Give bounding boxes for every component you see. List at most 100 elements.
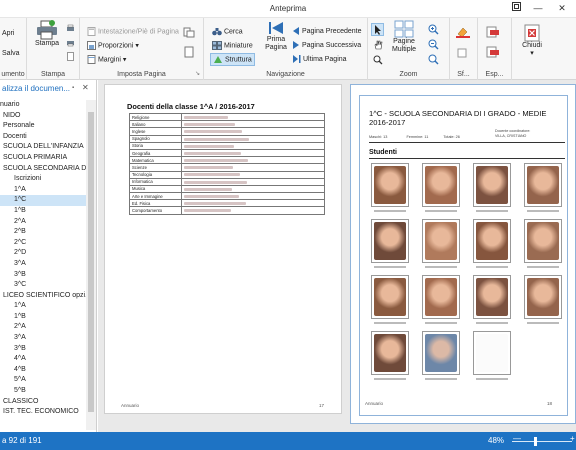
tree-item[interactable]: 4^A (0, 354, 86, 365)
pagina-successiva-button[interactable]: Pagina Successiva (292, 41, 361, 49)
zoom-slider-knob[interactable] (534, 437, 537, 446)
intestazione-button[interactable]: Intestazione/Piè di Pagina (87, 27, 179, 36)
tree-item[interactable]: 1^A (0, 185, 86, 196)
tree-item[interactable]: 3^B (0, 344, 86, 355)
student-photo (422, 275, 460, 324)
subject-cell: Religione (129, 112, 182, 122)
student-photo (524, 163, 562, 212)
group-label-stampa: Stampa (40, 71, 66, 78)
hand-tool-icon[interactable] (373, 40, 383, 50)
tree-item[interactable]: 5^B (0, 386, 86, 397)
pointer-tool-button[interactable] (371, 23, 384, 36)
class-stats: Maschi: 13 Femmine: 11 Totale: 26 (369, 135, 569, 139)
pagina-precedente-button[interactable]: Pagina Precedente (292, 27, 362, 35)
margini-label: Margini (97, 56, 121, 64)
send-email-icon[interactable] (486, 46, 500, 58)
pagine-multiple-button[interactable]: Pagine Multiple (388, 20, 420, 54)
margini-button[interactable]: Margini ▾ (87, 55, 126, 64)
tree-item[interactable]: 5^A (0, 375, 86, 386)
table-row: Religione (129, 112, 325, 122)
group-sfondo: Sf... (450, 18, 478, 80)
tree-item[interactable]: 2^D (0, 248, 86, 259)
pagina-precedente-label: Pagina Precedente (301, 27, 362, 35)
tree-item[interactable]: SCUOLA DELL'INFANZIA (0, 142, 86, 153)
stampa-button[interactable]: Stampa (33, 20, 61, 47)
tree-item[interactable]: 2^B (0, 227, 86, 238)
close-window-button[interactable]: ✕ (554, 2, 570, 15)
tree-item[interactable]: IST. TEC. ECONOMICO (0, 407, 86, 418)
tree-item[interactable]: Iscrizioni (0, 174, 86, 185)
pin-icon[interactable]: ▪ (72, 85, 74, 91)
preview-page-right[interactable]: 1^C - SCUOLA SECONDARIA DI I GRADO - MED… (350, 84, 576, 424)
magnifier-tool-icon[interactable] (373, 55, 383, 65)
tree-item[interactable]: Docenti (0, 132, 86, 143)
tree-item[interactable]: 1^B (0, 312, 86, 323)
document-map-tree: nuario NIDO Personale Docenti SCUOLA DELL'IN… (0, 100, 86, 418)
watermark-icon[interactable] (457, 48, 467, 58)
tree-item[interactable]: 3^A (0, 333, 86, 344)
orientation-icon[interactable] (183, 27, 195, 39)
table-row: Tecnologia (129, 170, 325, 179)
salva-button[interactable]: Salva (2, 50, 20, 57)
tree-item[interactable]: CLASSICO (0, 397, 86, 408)
tree-item[interactable]: nuario (0, 100, 86, 111)
zoom-in-icon[interactable] (428, 24, 439, 35)
preview-page-left[interactable]: Docenti della classe 1^A / 2016-2017 Rel… (104, 84, 342, 414)
restore-icon[interactable] (508, 2, 524, 15)
redacted-name (184, 180, 247, 184)
tree-item[interactable]: SCUOLA PRIMARIA (0, 153, 86, 164)
miniature-button[interactable]: Miniature (212, 41, 253, 50)
tree-item[interactable]: 1^B (0, 206, 86, 217)
zoom-out-icon[interactable] (428, 39, 439, 50)
chiudi-button[interactable]: Chiudi ▾ (518, 24, 546, 57)
zoom-slider[interactable] (512, 437, 572, 446)
students-heading: Studenti (369, 149, 397, 156)
tree-item[interactable]: LICEO SCIENTIFICO opzi... (0, 291, 86, 302)
chevron-down-icon: ▾ (122, 56, 127, 64)
zoom-in-button[interactable]: + (570, 434, 575, 443)
proporzioni-button[interactable]: Proporzioni ▾ (87, 41, 139, 50)
stat-maschi: Maschi: 13 (369, 135, 388, 139)
teacher-name-cell (181, 192, 325, 201)
stat-totale: Totale: 26 (443, 135, 460, 139)
table-row: Spagnolo (129, 134, 325, 143)
minimize-button[interactable]: — (530, 2, 546, 15)
print-setup-icon[interactable] (66, 38, 75, 47)
teacher-name-cell (181, 148, 325, 158)
preview-area[interactable]: Docenti della classe 1^A / 2016-2017 Rel… (98, 80, 576, 432)
tree-item[interactable]: 2^A (0, 322, 86, 333)
tree-item[interactable]: Personale (0, 121, 86, 132)
tree-item[interactable]: 3^B (0, 270, 86, 281)
redacted-name (184, 137, 249, 141)
chevron-down-icon: ▾ (530, 50, 534, 57)
ultima-pagina-button[interactable]: Ultima Pagina (292, 55, 347, 63)
title-bar: Anteprima — ✕ (0, 0, 576, 18)
tree-item[interactable]: 2^A (0, 217, 86, 228)
scrollbar-thumb[interactable] (88, 112, 94, 412)
group-zoom: Pagine Multiple Zoom (368, 18, 450, 80)
apri-button[interactable]: Apri (2, 30, 14, 37)
cerca-button[interactable]: Cerca (212, 27, 243, 36)
tree-item[interactable]: NIDO (0, 111, 86, 122)
quick-print-icon[interactable] (66, 24, 75, 33)
dialog-launcher-icon[interactable]: ↘ (195, 70, 200, 77)
page-setup-icon[interactable] (66, 52, 75, 61)
tree-item[interactable]: SCUOLA SECONDARIA D... (0, 164, 86, 175)
tree-item[interactable]: 4^B (0, 365, 86, 376)
tree-item[interactable]: 3^A (0, 259, 86, 270)
zoom-level: 48% (488, 436, 505, 445)
page-color-icon[interactable] (456, 26, 470, 38)
tree-item[interactable]: 2^C (0, 238, 86, 249)
tree-item[interactable]: 1^A (0, 301, 86, 312)
sidebar-scrollbar[interactable] (86, 100, 96, 430)
struttura-button[interactable]: Struttura (210, 53, 255, 66)
zoom-menu-icon[interactable] (428, 54, 439, 65)
subject-cell: Comportamento (129, 206, 182, 215)
close-panel-icon[interactable]: ✕ (82, 83, 89, 92)
prima-pagina-button[interactable]: Prima Pagina (264, 20, 288, 52)
export-pdf-icon[interactable] (486, 26, 500, 38)
tree-item[interactable]: 1^C (0, 195, 86, 206)
page-size-icon[interactable] (183, 46, 195, 58)
tree-item[interactable]: 3^C (0, 280, 86, 291)
redacted-name (184, 130, 242, 134)
